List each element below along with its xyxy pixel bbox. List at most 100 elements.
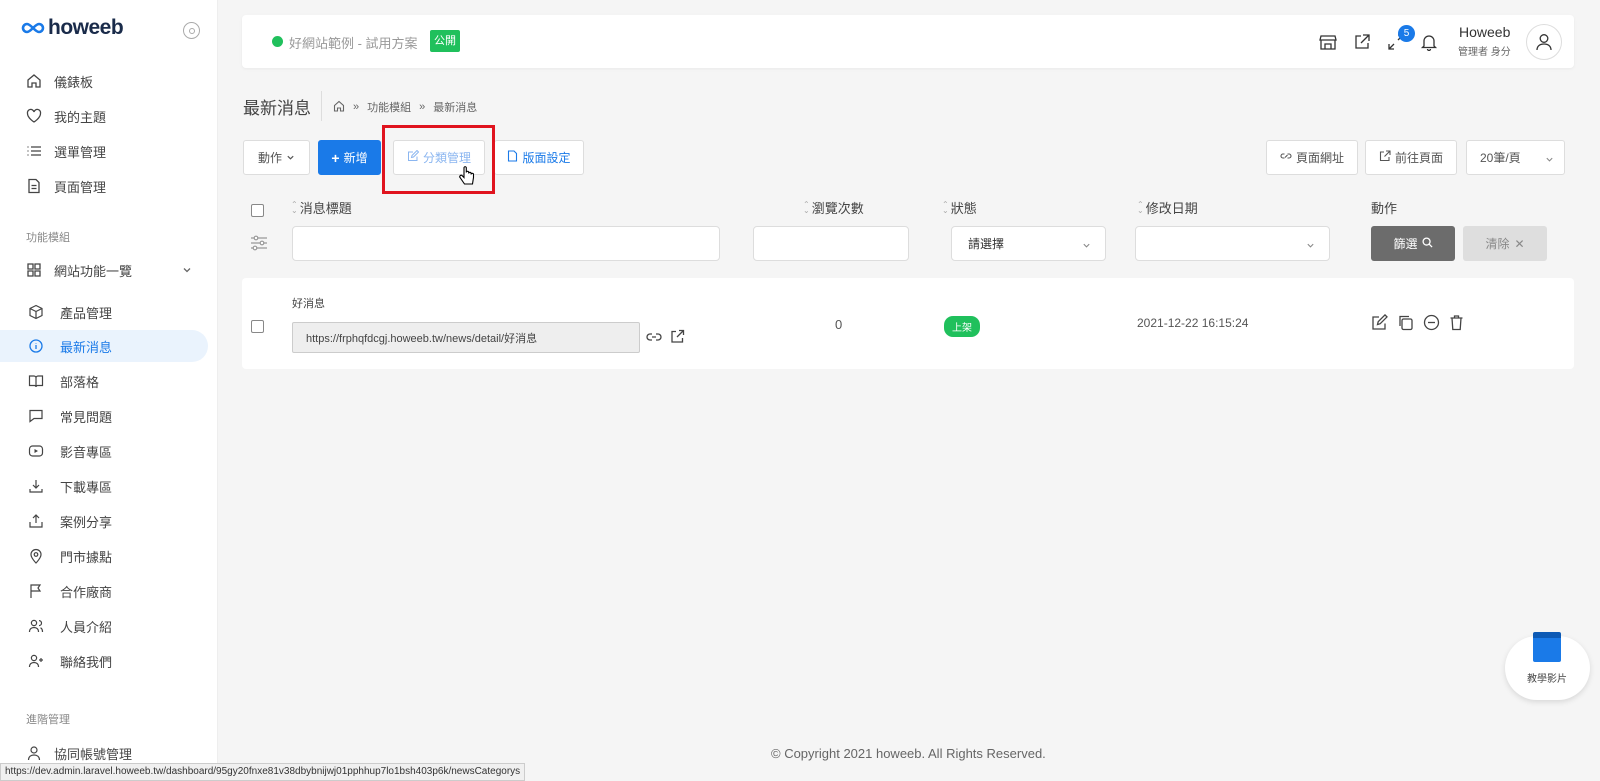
column-header-title[interactable]: ⌃ ⌄ 消息標題 bbox=[291, 198, 352, 217]
logo[interactable]: howeeb bbox=[21, 16, 124, 40]
trash-icon[interactable] bbox=[1447, 313, 1465, 331]
sidebar-item-news[interactable]: 最新消息 bbox=[0, 330, 208, 362]
column-header-label: 動作 bbox=[1371, 201, 1398, 216]
sidebar-item-products[interactable]: 產品管理 bbox=[0, 296, 208, 328]
table-row: 好消息 https://frphqfdcgj.howeeb.tw/news/de… bbox=[242, 278, 1574, 369]
sort-icon: ⌃ ⌄ bbox=[291, 199, 298, 215]
sidebar-item-label: 案例分享 bbox=[60, 514, 113, 530]
filter-settings-icon[interactable] bbox=[250, 235, 268, 254]
sidebar-item-pages[interactable]: 頁面管理 bbox=[0, 170, 208, 202]
sidebar-item-label: 最新消息 bbox=[60, 339, 113, 355]
column-header-actions: 動作 bbox=[1371, 198, 1397, 217]
sidebar-group-label: 網站功能一覽 bbox=[54, 263, 133, 279]
box-icon bbox=[28, 304, 44, 320]
status-filter-select[interactable]: 請選擇 bbox=[951, 226, 1106, 261]
list-icon bbox=[26, 143, 42, 159]
disable-icon[interactable] bbox=[1422, 313, 1440, 331]
chevron-double-right-icon: » bbox=[353, 101, 360, 113]
sidebar-item-label: 選單管理 bbox=[54, 144, 107, 160]
sidebar-item-label: 門市據點 bbox=[60, 549, 113, 565]
layout-settings-button[interactable]: 版面設定 bbox=[494, 140, 584, 175]
chevron-double-right-icon: » bbox=[419, 101, 426, 113]
home-icon bbox=[26, 73, 42, 89]
user-name[interactable]: Howeeb bbox=[1459, 24, 1510, 40]
sort-icon: ⌃ ⌄ bbox=[1137, 199, 1144, 215]
sidebar-item-blog[interactable]: 部落格 bbox=[0, 365, 208, 397]
add-button[interactable]: + 新增 bbox=[318, 140, 381, 175]
download-icon bbox=[28, 478, 44, 494]
news-url-field[interactable]: https://frphqfdcgj.howeeb.tw/news/detail… bbox=[292, 322, 640, 353]
per-page-select[interactable]: 20筆/頁 bbox=[1466, 140, 1565, 175]
heart-icon bbox=[26, 108, 42, 124]
add-label: 新增 bbox=[343, 151, 368, 165]
page-title: 最新消息 bbox=[243, 99, 311, 118]
select-all-checkbox[interactable] bbox=[251, 204, 264, 217]
sort-icon: ⌃ ⌄ bbox=[803, 199, 810, 215]
notification-count: 5 bbox=[1398, 25, 1415, 42]
sidebar-item-label: 部落格 bbox=[60, 374, 100, 390]
external-link-icon[interactable] bbox=[670, 329, 685, 347]
date-filter-select[interactable] bbox=[1135, 226, 1330, 261]
sidebar-item-label: 合作廠商 bbox=[60, 584, 113, 600]
sidebar-item-contact[interactable]: 聯絡我們 bbox=[0, 645, 208, 677]
public-badge: 公開 bbox=[430, 30, 460, 52]
chevron-down-icon bbox=[182, 263, 192, 278]
clear-button[interactable]: 清除 ✕ bbox=[1463, 226, 1547, 261]
sidebar-collapse-button[interactable] bbox=[183, 22, 200, 39]
page-url-button[interactable]: 頁面網址 bbox=[1266, 140, 1358, 175]
sidebar-item-my-theme[interactable]: 我的主題 bbox=[0, 100, 208, 132]
sidebar-item-label: 下載專區 bbox=[60, 479, 113, 495]
sidebar-item-stores[interactable]: 門市據點 bbox=[0, 540, 208, 572]
sidebar-item-video[interactable]: 影音專區 bbox=[0, 435, 208, 467]
external-link-icon bbox=[1379, 150, 1391, 165]
section-label-advanced: 進階管理 bbox=[26, 714, 70, 726]
sidebar-item-cases[interactable]: 案例分享 bbox=[0, 505, 208, 537]
copy-icon[interactable] bbox=[1396, 313, 1414, 331]
column-header-label: 消息標題 bbox=[299, 201, 352, 216]
sidebar-item-partners[interactable]: 合作廠商 bbox=[0, 575, 208, 607]
sidebar-item-faq[interactable]: 常見問題 bbox=[0, 400, 208, 432]
chevron-down-icon bbox=[1545, 153, 1554, 167]
user-icon bbox=[1536, 34, 1552, 51]
column-header-status[interactable]: ⌃ ⌄ 狀態 bbox=[942, 198, 977, 217]
goto-page-button[interactable]: 前往頁面 bbox=[1365, 140, 1457, 175]
filter-button[interactable]: 篩選 bbox=[1371, 226, 1455, 261]
store-icon[interactable] bbox=[1319, 33, 1337, 51]
copy-link-icon[interactable] bbox=[646, 330, 662, 347]
bulk-action-dropdown[interactable]: 動作 bbox=[243, 140, 310, 175]
avatar[interactable] bbox=[1526, 24, 1562, 60]
sidebar-group-site-functions[interactable]: 網站功能一覽 bbox=[0, 254, 208, 286]
views-filter-input[interactable] bbox=[753, 226, 909, 261]
sidebar-item-dashboard[interactable]: 儀錶板 bbox=[0, 65, 208, 97]
sidebar-item-menu[interactable]: 選單管理 bbox=[0, 135, 208, 167]
sidebar-item-team[interactable]: 人員介紹 bbox=[0, 610, 208, 642]
filter-label: 篩選 bbox=[1393, 237, 1418, 251]
chevron-down-icon bbox=[1082, 239, 1091, 253]
bell-icon[interactable] bbox=[1420, 33, 1438, 51]
status-filter-placeholder: 請選擇 bbox=[968, 237, 1005, 251]
edit-icon[interactable] bbox=[1370, 313, 1388, 331]
user-plus-icon bbox=[28, 653, 44, 669]
title-filter-input[interactable] bbox=[292, 226, 720, 261]
cursor-hand-icon bbox=[459, 166, 475, 191]
external-link-icon[interactable] bbox=[1353, 33, 1371, 51]
tutorial-video-button[interactable]: 教學影片 bbox=[1505, 632, 1590, 700]
logo-text: howeeb bbox=[48, 16, 124, 39]
chevron-down-icon bbox=[286, 151, 295, 165]
status-badge[interactable]: 上架 bbox=[944, 316, 980, 337]
column-header-views[interactable]: ⌃ ⌄ 瀏覽次數 bbox=[803, 198, 864, 217]
home-icon[interactable] bbox=[333, 100, 345, 115]
sidebar-item-label: 人員介紹 bbox=[60, 619, 113, 635]
sidebar-item-label: 協同帳號管理 bbox=[54, 746, 133, 762]
footer-copyright: © Copyright 2021 howeeb. All Rights Rese… bbox=[771, 746, 1046, 761]
section-label-modules: 功能模組 bbox=[26, 232, 70, 244]
column-header-modified[interactable]: ⌃ ⌄ 修改日期 bbox=[1137, 198, 1198, 217]
column-header-label: 修改日期 bbox=[1145, 201, 1198, 216]
browser-status-url: https://dev.admin.laravel.howeeb.tw/dash… bbox=[0, 763, 526, 781]
breadcrumb-item: 最新消息 bbox=[433, 102, 478, 114]
modified-date: 2021-12-22 16:15:24 bbox=[1137, 316, 1249, 330]
sidebar-item-downloads[interactable]: 下載專區 bbox=[0, 470, 208, 502]
tutorial-label: 教學影片 bbox=[1527, 674, 1567, 685]
row-checkbox[interactable] bbox=[251, 320, 264, 333]
breadcrumb-item[interactable]: 功能模組 bbox=[367, 99, 411, 115]
